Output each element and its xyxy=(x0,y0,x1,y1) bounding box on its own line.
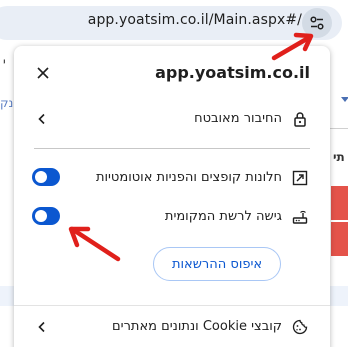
background-divider xyxy=(330,128,348,129)
background-red-block xyxy=(331,222,348,256)
popups-redirects-row: חלונות קופצים והפניות אוטומטיות xyxy=(14,160,330,196)
cookie-icon xyxy=(290,317,310,337)
close-button[interactable] xyxy=(32,62,54,84)
close-icon xyxy=(37,67,49,79)
reset-permissions-button[interactable]: איפוס ההרשאות xyxy=(153,247,281,281)
url-text[interactable]: app.yoatsim.co.il/Main.aspx#/ xyxy=(88,12,302,28)
background-caret-icon xyxy=(341,97,348,102)
section-divider xyxy=(34,148,310,149)
popup-title: app.yoatsim.co.il xyxy=(155,63,310,82)
local-network-row: גישה לרשת המקומית xyxy=(14,199,330,235)
background-red-block xyxy=(331,186,348,220)
router-icon xyxy=(290,207,310,227)
tune-icon xyxy=(310,16,324,30)
chevron-left-icon xyxy=(34,319,50,335)
popups-redirects-toggle[interactable] xyxy=(32,168,60,186)
background-text: תי xyxy=(333,150,345,164)
site-info-button[interactable] xyxy=(302,8,332,38)
connection-secure-row[interactable]: החיבור מאובטח xyxy=(14,101,330,137)
background-text: י xyxy=(3,55,6,69)
chevron-left-icon xyxy=(34,111,50,127)
background-text: נק xyxy=(0,96,14,110)
site-info-popup: app.yoatsim.co.il החיבור מאובטח חלונות ק… xyxy=(14,46,330,347)
popups-redirects-label: חלונות קופצים והפניות אוטומטיות xyxy=(95,170,282,185)
connection-secure-label: החיבור מאובטח xyxy=(194,111,282,126)
toggle-knob xyxy=(35,210,47,222)
toggle-knob xyxy=(35,171,47,183)
popup-window-icon xyxy=(290,168,310,188)
local-network-label: גישה לרשת המקומית xyxy=(164,209,282,224)
cookies-label: קובצי Cookie ונתונים מאתרים xyxy=(112,319,282,334)
browser-toolbar: app.yoatsim.co.il/Main.aspx#/ xyxy=(0,0,348,46)
cookies-row[interactable]: קובצי Cookie ונתונים מאתרים xyxy=(14,309,330,345)
local-network-toggle[interactable] xyxy=(32,207,60,225)
section-divider xyxy=(14,305,330,306)
lock-icon xyxy=(290,109,310,129)
